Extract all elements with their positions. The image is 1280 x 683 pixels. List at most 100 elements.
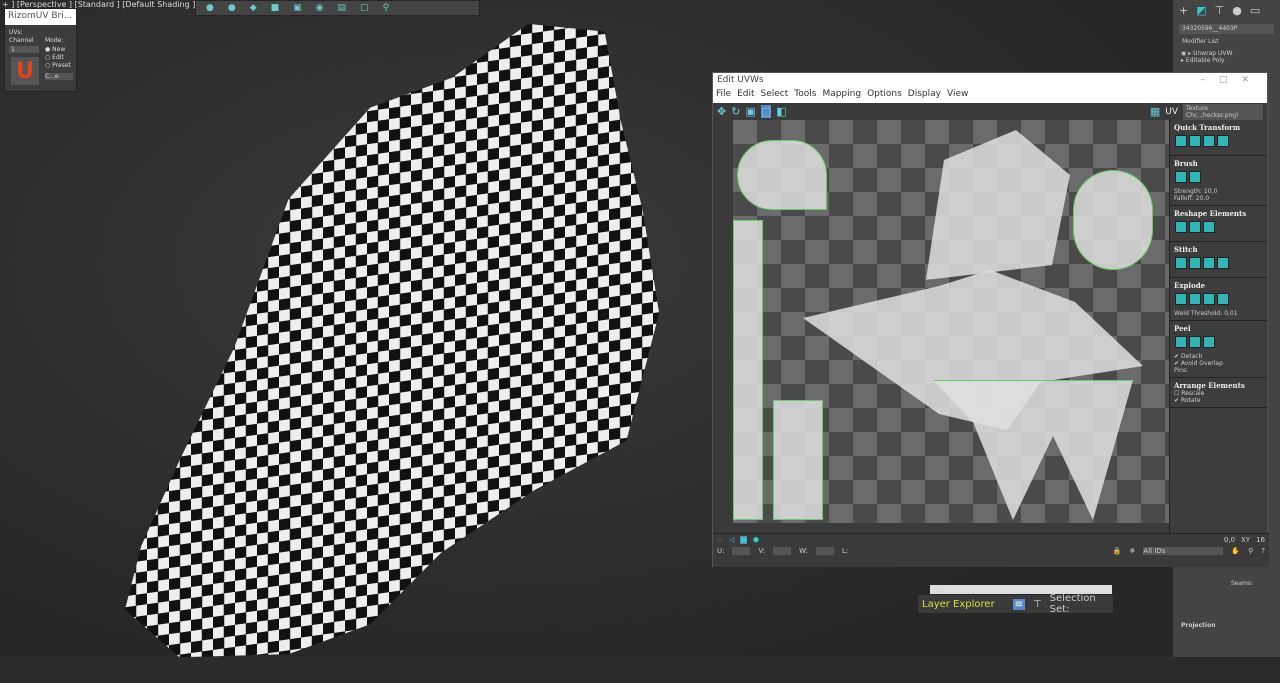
grid-field[interactable]: 16: [1256, 536, 1265, 544]
scale-icon[interactable]: ▣: [745, 105, 755, 118]
lock-icon[interactable]: 🔒: [1113, 547, 1122, 555]
tool-icon[interactable]: [1203, 257, 1215, 269]
mode-edit-radio[interactable]: ○ Edit: [45, 54, 64, 61]
rotate-icon[interactable]: ↻: [731, 105, 740, 118]
motion-icon[interactable]: ●: [1232, 4, 1242, 17]
quick-transform-section[interactable]: Quick Transform: [1170, 120, 1267, 156]
tool-icon[interactable]: ◆: [250, 3, 257, 13]
detach-checkbox[interactable]: ✔ Detach: [1174, 353, 1263, 360]
tool-icon[interactable]: [1203, 293, 1215, 305]
section-title[interactable]: Brush: [1174, 159, 1263, 168]
help-icon[interactable]: ?: [1261, 547, 1265, 555]
threshold-value[interactable]: 0,01: [1224, 310, 1237, 317]
tool-icon[interactable]: [1189, 257, 1201, 269]
uv-island[interactable]: [773, 400, 823, 520]
tool-icon[interactable]: ●: [228, 3, 236, 13]
falloff-field[interactable]: Falloff: 20,0: [1174, 195, 1263, 202]
tool-icon[interactable]: ▣: [293, 3, 302, 13]
brush-icon[interactable]: [1189, 171, 1201, 183]
tool-icon[interactable]: [1203, 221, 1215, 233]
u-field[interactable]: [732, 547, 751, 555]
menu-tools[interactable]: Tools: [794, 89, 816, 103]
section-title[interactable]: Peel: [1174, 324, 1263, 333]
menu-select[interactable]: Select: [761, 89, 789, 103]
create-icon[interactable]: +: [1179, 4, 1188, 17]
reshape-section[interactable]: Reshape Elements: [1170, 206, 1267, 242]
uv-label[interactable]: UV: [1165, 107, 1178, 117]
avoid-overlap-checkbox[interactable]: ✔ Avoid Overlap: [1174, 360, 1263, 367]
layer-explorer-dropdown[interactable]: Layer Explorer: [922, 599, 1005, 610]
vertex-icon[interactable]: ⁘: [717, 536, 723, 544]
menu-file[interactable]: File: [716, 89, 731, 103]
projection-section[interactable]: Projection: [1181, 622, 1215, 629]
xy-label[interactable]: XY: [1241, 536, 1250, 544]
preset-select[interactable]: C...e: [45, 73, 73, 80]
tool-icon[interactable]: ■: [271, 3, 280, 13]
mirror-icon[interactable]: ◧: [776, 105, 786, 118]
brush-section[interactable]: Brush Strength: 10,0 Falloff: 20,0: [1170, 156, 1267, 206]
brush-icon[interactable]: [1175, 171, 1187, 183]
tool-icon[interactable]: [1203, 336, 1215, 348]
uv-island[interactable]: [737, 140, 827, 210]
section-title[interactable]: Reshape Elements: [1174, 209, 1263, 218]
strength-value[interactable]: 10,0: [1204, 188, 1217, 195]
angle-field[interactable]: 0,0: [1224, 536, 1235, 544]
pan-icon[interactable]: ✋: [1231, 547, 1240, 555]
tool-icon[interactable]: [1189, 221, 1201, 233]
checkered-hand-model[interactable]: [125, 0, 670, 683]
uv-canvas[interactable]: [733, 120, 1169, 523]
menu-display[interactable]: Display: [908, 89, 941, 103]
menu-edit[interactable]: Edit: [737, 89, 754, 103]
menu-mapping[interactable]: Mapping: [822, 89, 861, 103]
explode-section[interactable]: Explode Weld Threshold: 0,01: [1170, 278, 1267, 321]
menu-options[interactable]: Options: [867, 89, 902, 103]
uv-island[interactable]: [926, 130, 1070, 280]
tool-icon[interactable]: [1175, 135, 1187, 147]
section-title[interactable]: Explode: [1174, 281, 1263, 290]
modifier-list-dropdown[interactable]: Modifier List: [1179, 37, 1274, 47]
selection-set-label[interactable]: Selection Set:: [1050, 593, 1113, 615]
tool-icon[interactable]: [1217, 257, 1229, 269]
section-title[interactable]: Quick Transform: [1174, 123, 1263, 132]
tool-icon[interactable]: [1217, 293, 1229, 305]
layers-icon[interactable]: ≡: [1012, 598, 1025, 610]
tool-icon[interactable]: [1175, 257, 1187, 269]
rescale-checkbox[interactable]: ☐ Rescale: [1174, 390, 1263, 397]
mode-new-radio[interactable]: ● New: [45, 46, 65, 53]
section-title[interactable]: Stitch: [1174, 245, 1263, 254]
tool-icon[interactable]: [1189, 293, 1201, 305]
tool-icon[interactable]: ▤: [338, 3, 347, 13]
uv-island[interactable]: [933, 380, 1133, 520]
tool-icon[interactable]: [1175, 293, 1187, 305]
menu-view[interactable]: View: [947, 89, 968, 103]
modify-icon[interactable]: ◩: [1196, 4, 1206, 17]
v-field[interactable]: [773, 547, 792, 555]
tool-icon[interactable]: [1189, 135, 1201, 147]
strength-field[interactable]: Strength: 10,0: [1174, 188, 1263, 195]
tool-icon[interactable]: [1175, 221, 1187, 233]
channel-spinner[interactable]: 1: [9, 46, 39, 53]
move-icon[interactable]: ✥: [717, 105, 726, 118]
zoom-icon[interactable]: ⚲: [1248, 547, 1253, 555]
falloff-value[interactable]: 20,0: [1196, 195, 1209, 202]
modifier-editable-poly[interactable]: ▸ Editable Poly: [1181, 57, 1280, 64]
mode-preset-radio[interactable]: ○ Preset: [45, 62, 71, 69]
tool-icon[interactable]: [1217, 135, 1229, 147]
texture-dropdown[interactable]: Texture Chc...hecker.png): [1183, 103, 1263, 120]
modifier-unwrap-uvw[interactable]: ◉ ▸ Unwrap UVW: [1181, 50, 1280, 57]
rotate-checkbox[interactable]: ✔ Rotate: [1174, 397, 1263, 404]
checker-icon[interactable]: ▦: [1150, 105, 1160, 118]
tool-icon[interactable]: ⚲: [383, 3, 390, 13]
tool-icon[interactable]: ●: [206, 3, 214, 13]
tool-icon[interactable]: [1189, 336, 1201, 348]
freeform-icon[interactable]: ▢: [760, 105, 772, 118]
face-icon[interactable]: ■: [740, 536, 747, 544]
tool-icon[interactable]: [1203, 135, 1215, 147]
uv-island[interactable]: [1073, 170, 1153, 270]
hierarchy-icon[interactable]: ⊤: [1215, 4, 1225, 17]
w-field[interactable]: [815, 547, 834, 555]
section-title[interactable]: Arrange Elements: [1174, 381, 1263, 390]
ids-dropdown[interactable]: All IDs: [1143, 547, 1224, 555]
edge-icon[interactable]: ◁: [729, 536, 734, 544]
uv-island[interactable]: [733, 220, 763, 520]
